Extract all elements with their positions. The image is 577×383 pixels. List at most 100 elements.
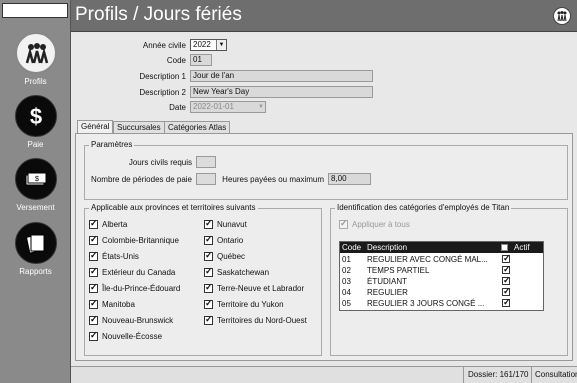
province-label: Territoires du Nord-Ouest	[217, 316, 307, 325]
province-checkbox[interactable]	[204, 282, 213, 293]
provinces-title: Applicable aux provinces et territoires …	[89, 203, 258, 212]
periodes-field[interactable]	[196, 173, 216, 185]
province-checkbox[interactable]	[89, 314, 98, 325]
province-label: Manitoba	[102, 300, 135, 309]
apply-all-checkbox[interactable]	[339, 218, 348, 229]
date-value: 2022-01-01	[193, 102, 234, 111]
dollar-icon: $	[15, 95, 57, 137]
categories-group: Identification des catégories d'employés…	[330, 203, 568, 356]
actif-checkbox[interactable]	[502, 275, 511, 286]
annee-label: Année civile	[142, 41, 186, 50]
sidebar-item-label: Paie	[27, 140, 44, 149]
province-label: Territoire du Yukon	[217, 300, 284, 309]
header: Profils / Jours fériés	[71, 0, 577, 32]
province-checkbox[interactable]	[204, 234, 213, 245]
annee-select[interactable]: 2022 ▼	[190, 39, 227, 51]
sidebar: Profils $ Paie $ Versement Rapports	[0, 0, 71, 383]
provinces-group: Applicable aux provinces et territoires …	[84, 203, 322, 356]
sidebar-item-paie[interactable]: $ Paie	[0, 95, 71, 157]
select-all-checkbox[interactable]	[501, 244, 508, 251]
province-checkbox[interactable]	[204, 298, 213, 309]
cell-code: 05	[342, 299, 351, 308]
date-label: Date	[169, 103, 186, 112]
periodes-label: Nombre de périodes de paie	[91, 175, 192, 184]
categories-title: Identification des catégories d'employés…	[335, 203, 512, 212]
province-checkbox[interactable]	[204, 314, 213, 325]
province-checkbox[interactable]	[89, 330, 98, 341]
banknotes-icon: $	[15, 158, 57, 200]
province-label: Nunavut	[217, 220, 247, 229]
province-checkbox[interactable]	[204, 250, 213, 261]
province-label: Alberta	[102, 220, 128, 229]
province-checkbox[interactable]	[204, 266, 213, 277]
province-checkbox[interactable]	[89, 266, 98, 277]
desc1-label: Description 1	[139, 72, 186, 81]
svg-text:$: $	[30, 104, 42, 129]
code-label: Code	[166, 56, 186, 65]
main-content: Année civile 2022 ▼ Code 01 Description …	[71, 33, 577, 363]
cell-code: 01	[342, 255, 351, 264]
table-row[interactable]: 02 TEMPS PARTIEL	[340, 264, 543, 276]
heures-field[interactable]: 8,00	[328, 173, 371, 185]
sidebar-search-input[interactable]	[2, 3, 68, 18]
svg-text:$: $	[35, 176, 39, 183]
province-label: Île-du-Prince-Édouard	[102, 284, 181, 293]
status-mode: Consultation	[535, 370, 577, 379]
chevron-down-icon: ▼	[258, 104, 264, 110]
date-field[interactable]: 2022-01-01 ▼	[190, 101, 266, 113]
cell-description: REGULIER AVEC CONGÉ MAL...	[367, 255, 488, 264]
col-actif-header[interactable]: Actif	[514, 243, 530, 252]
actif-checkbox[interactable]	[502, 286, 511, 297]
jours-label: Jours civils requis	[128, 158, 192, 167]
desc2-field[interactable]: New Year's Day	[190, 86, 373, 98]
province-checkbox[interactable]	[89, 298, 98, 309]
code-field[interactable]: 01	[190, 54, 212, 66]
province-checkbox[interactable]	[89, 250, 98, 261]
actif-checkbox[interactable]	[502, 264, 511, 275]
desc2-label: Description 2	[139, 88, 186, 97]
sidebar-item-profils[interactable]: Profils	[0, 32, 71, 94]
jours-field[interactable]	[196, 156, 216, 168]
cell-description: REGULIER 3 JOURS CONGÉ ...	[367, 299, 485, 308]
parametres-group: Paramètres Jours civils requis Nombre de…	[84, 140, 568, 200]
province-checkbox[interactable]	[89, 282, 98, 293]
tab-general[interactable]: Général	[77, 120, 114, 134]
province-label: Nouveau-Brunswick	[102, 316, 174, 325]
cell-code: 03	[342, 277, 351, 286]
status-divider	[463, 367, 464, 383]
actif-checkbox[interactable]	[502, 297, 511, 308]
province-label: Colombie-Britannique	[102, 236, 179, 245]
col-code-header[interactable]: Code	[342, 243, 361, 252]
people-icon	[15, 32, 57, 74]
province-checkbox[interactable]	[204, 218, 213, 229]
table-row[interactable]: 05 REGULIER 3 JOURS CONGÉ ...	[340, 297, 543, 309]
province-label: Québec	[217, 252, 246, 261]
sidebar-item-versement[interactable]: $ Versement	[0, 158, 71, 220]
status-bar: Dossier: 161/170 Consultation	[71, 366, 577, 383]
province-checkbox[interactable]	[89, 218, 98, 229]
chevron-down-icon: ▼	[216, 40, 226, 50]
table-row[interactable]: 04 REGULIER	[340, 286, 543, 298]
col-description-header[interactable]: Description	[367, 243, 407, 252]
province-checkbox[interactable]	[89, 234, 98, 245]
province-label: Ontario	[217, 236, 244, 245]
province-label: Nouvelle-Écosse	[102, 332, 163, 341]
status-divider	[531, 367, 532, 383]
sidebar-item-rapports[interactable]: Rapports	[0, 222, 71, 284]
cell-description: REGULIER	[367, 288, 408, 297]
cell-description: ÉTUDIANT	[367, 277, 407, 286]
sidebar-item-label: Rapports	[19, 267, 52, 276]
sidebar-item-label: Versement	[16, 203, 55, 212]
apply-all-label: Appliquer à tous	[352, 220, 410, 229]
actif-checkbox[interactable]	[502, 253, 511, 264]
table-row[interactable]: 03 ÉTUDIANT	[340, 275, 543, 287]
table-row[interactable]: 01 REGULIER AVEC CONGÉ MAL...	[340, 253, 543, 265]
reports-icon	[15, 222, 57, 264]
parametres-title: Paramètres	[89, 140, 135, 149]
desc1-field[interactable]: Jour de l'an	[190, 70, 373, 82]
annee-value: 2022	[193, 40, 211, 49]
page-title: Profils / Jours fériés	[75, 4, 242, 25]
cell-description: TEMPS PARTIEL	[367, 266, 430, 275]
tab-panel: Paramètres Jours civils requis Nombre de…	[75, 133, 573, 361]
table-header: Code Description Actif	[340, 242, 543, 253]
